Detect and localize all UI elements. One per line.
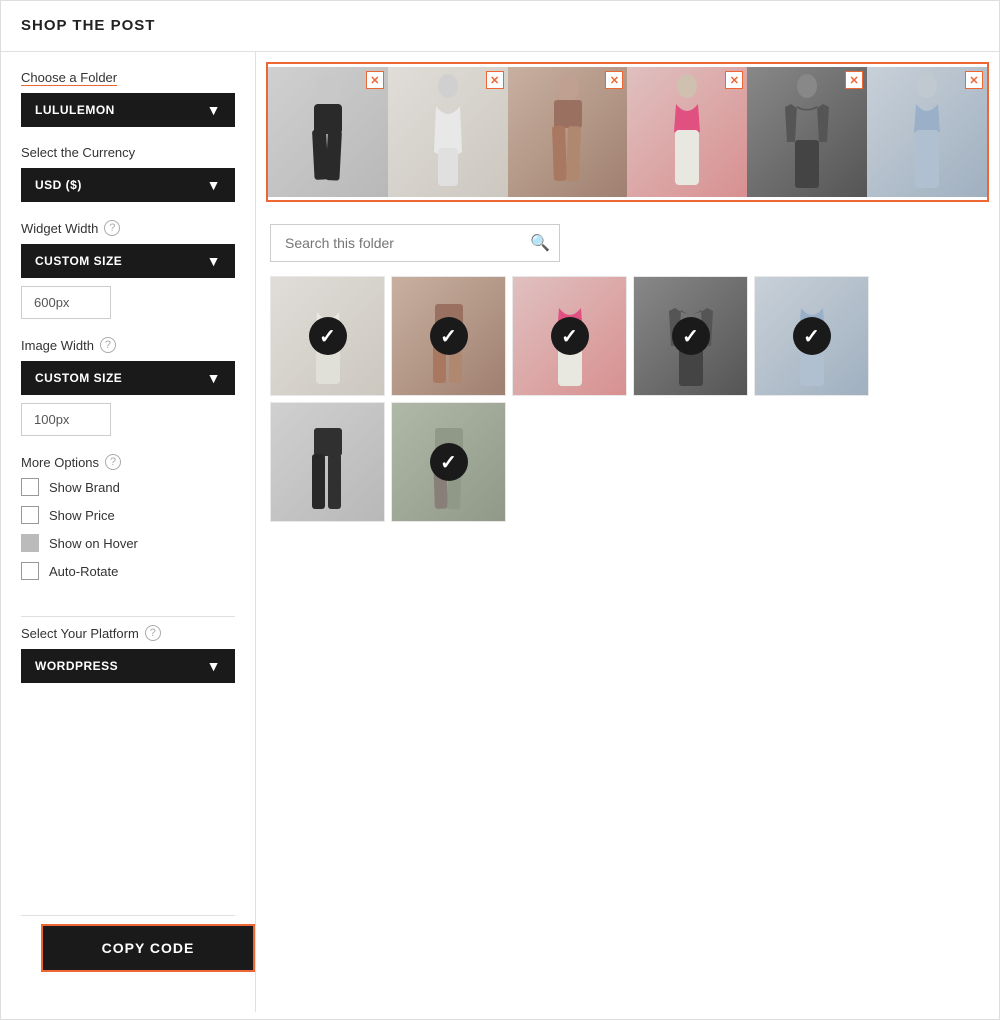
grid-item-5[interactable]: ✓ — [754, 276, 869, 396]
image-width-dropdown[interactable]: CUSTOM SIZE ▼ — [21, 361, 235, 395]
currency-dropdown[interactable]: USD ($) ▼ — [21, 168, 235, 202]
show-price-row: Show Price — [21, 506, 235, 524]
platform-info-icon: ? — [145, 625, 161, 641]
right-panel: ✕ ✕ — [256, 52, 999, 1012]
preview-item-1: ✕ — [268, 67, 388, 197]
folder-label: Choose a Folder — [21, 70, 235, 85]
check-overlay-3: ✓ — [551, 317, 589, 355]
widget-width-input[interactable] — [21, 286, 111, 319]
sidebar-bottom: COPY CODE — [21, 907, 235, 992]
check-overlay-7: ✓ — [430, 443, 468, 481]
image-width-info-icon: ? — [100, 337, 116, 353]
folder-dropdown[interactable]: LULULEMON ▼ — [21, 93, 235, 127]
image-width-chevron: ▼ — [207, 370, 221, 386]
platform-dropdown[interactable]: WORDPRESS ▼ — [21, 649, 235, 683]
sidebar: Choose a Folder LULULEMON ▼ Select the C… — [1, 52, 256, 1012]
preview-item-3: ✕ — [508, 67, 628, 197]
show-price-checkbox[interactable] — [21, 506, 39, 524]
preview-item-2: ✕ — [388, 67, 508, 197]
show-price-label: Show Price — [49, 508, 115, 523]
grid-item-7[interactable]: ✓ — [391, 402, 506, 522]
grid-item-1[interactable]: ✓ — [270, 276, 385, 396]
preview-item-6: ✕ — [867, 67, 987, 197]
preview-item-5: ✕ — [747, 67, 867, 197]
search-input[interactable] — [270, 224, 560, 262]
more-options-info-icon: ? — [105, 454, 121, 470]
platform-label: Select Your Platform ? — [21, 625, 235, 641]
show-brand-checkbox[interactable] — [21, 478, 39, 496]
more-options-label: More Options ? — [21, 454, 235, 470]
folder-panel: 🔍 ✓ — [256, 212, 999, 1012]
image-width-section: Image Width ? CUSTOM SIZE ▼ — [21, 337, 235, 436]
grid-item-2[interactable]: ✓ — [391, 276, 506, 396]
sidebar-divider — [21, 616, 235, 617]
sidebar-bottom-divider — [21, 915, 235, 916]
show-hover-label: Show on Hover — [49, 536, 138, 551]
grid-item-6[interactable]: ✓ — [270, 402, 385, 522]
show-brand-row: Show Brand — [21, 478, 235, 496]
grid-item-3[interactable]: ✓ — [512, 276, 627, 396]
check-overlay-2: ✓ — [430, 317, 468, 355]
widget-width-label: Widget Width ? — [21, 220, 235, 236]
auto-rotate-label: Auto-Rotate — [49, 564, 118, 579]
platform-section: Select Your Platform ? WORDPRESS ▼ — [21, 625, 235, 683]
preview-remove-6[interactable]: ✕ — [965, 71, 983, 89]
widget-width-dropdown[interactable]: CUSTOM SIZE ▼ — [21, 244, 235, 278]
platform-chevron: ▼ — [207, 658, 221, 674]
check-overlay-4: ✓ — [672, 317, 710, 355]
currency-dropdown-chevron: ▼ — [207, 177, 221, 193]
grid-item-4[interactable]: ✓ — [633, 276, 748, 396]
check-overlay-5: ✓ — [793, 317, 831, 355]
preview-remove-2[interactable]: ✕ — [486, 71, 504, 89]
folder-dropdown-chevron: ▼ — [207, 102, 221, 118]
widget-width-info-icon: ? — [104, 220, 120, 236]
image-width-input[interactable] — [21, 403, 111, 436]
preview-remove-3[interactable]: ✕ — [605, 71, 623, 89]
more-options-section: More Options ? Show Brand Show Price Sho… — [21, 454, 235, 590]
currency-label: Select the Currency — [21, 145, 235, 160]
preview-remove-4[interactable]: ✕ — [725, 71, 743, 89]
image-width-label: Image Width ? — [21, 337, 235, 353]
show-brand-label: Show Brand — [49, 480, 120, 495]
show-hover-checkbox[interactable] — [21, 534, 39, 552]
preview-strip: ✕ ✕ — [266, 62, 989, 202]
preview-remove-5[interactable]: ✕ — [845, 71, 863, 89]
currency-section: Select the Currency USD ($) ▼ — [21, 145, 235, 202]
preview-remove-1[interactable]: ✕ — [366, 71, 384, 89]
widget-width-section: Widget Width ? CUSTOM SIZE ▼ — [21, 220, 235, 319]
auto-rotate-row: Auto-Rotate — [21, 562, 235, 580]
preview-item-4: ✕ — [627, 67, 747, 197]
check-overlay-1: ✓ — [309, 317, 347, 355]
copy-code-button[interactable]: COPY CODE — [41, 924, 255, 972]
auto-rotate-checkbox[interactable] — [21, 562, 39, 580]
folder-section: Choose a Folder LULULEMON ▼ — [21, 70, 235, 127]
page-title: SHOP THE POST — [21, 17, 155, 34]
show-hover-row: Show on Hover — [21, 534, 235, 552]
page-header: SHOP THE POST — [1, 1, 999, 52]
widget-width-chevron: ▼ — [207, 253, 221, 269]
search-wrapper: 🔍 — [270, 224, 985, 262]
image-grid: ✓ ✓ — [270, 276, 985, 522]
